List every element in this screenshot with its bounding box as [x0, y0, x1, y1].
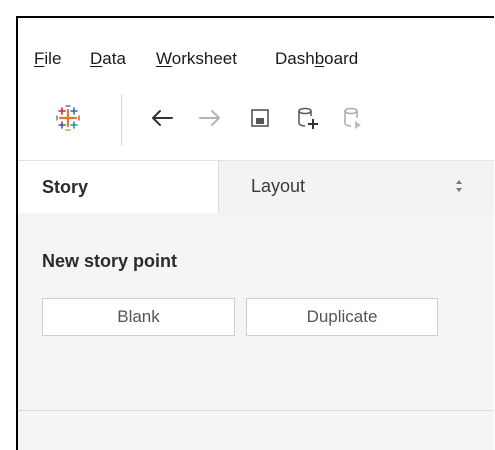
toolbar: [18, 80, 494, 160]
menu-file-label: ile: [44, 49, 62, 68]
menu-dashboard-label-start: Dash: [275, 49, 315, 68]
tab-story-label: Story: [42, 177, 89, 197]
back-arrow-icon[interactable]: [148, 104, 176, 132]
menu-data-mnemonic: D: [90, 49, 103, 68]
menu-file[interactable]: File: [34, 49, 61, 69]
new-story-point-title: New story point: [42, 251, 178, 271]
menu-worksheet-mnemonic: W: [156, 49, 172, 68]
spinner-arrows-icon[interactable]: [454, 178, 464, 194]
tableau-logo-icon[interactable]: [54, 104, 82, 132]
menu-bar: File Data Worksheet Dashboard: [18, 18, 494, 80]
section-divider: [18, 410, 494, 411]
app-window: File Data Worksheet Dashboard Story Layo…: [16, 16, 494, 450]
menu-dashboard-mnemonic: b: [314, 49, 325, 68]
save-icon[interactable]: [246, 104, 274, 132]
tab-layout[interactable]: Layout: [218, 161, 494, 214]
tab-layout-label: Layout: [251, 176, 306, 196]
toolbar-separator: [121, 94, 122, 146]
menu-data[interactable]: Data: [90, 49, 126, 69]
menu-worksheet[interactable]: Worksheet: [156, 49, 237, 69]
menu-dashboard[interactable]: Dashboard: [275, 49, 358, 69]
menu-worksheet-label: orksheet: [171, 49, 237, 68]
side-tabs: Story Layout: [18, 160, 494, 214]
menu-file-mnemonic: F: [34, 49, 45, 68]
new-data-source-icon[interactable]: [294, 104, 322, 132]
menu-dashboard-label-end: oard: [324, 49, 359, 68]
blank-button[interactable]: Blank: [42, 298, 235, 336]
menu-data-label: ata: [102, 49, 126, 68]
tab-story[interactable]: Story: [18, 161, 218, 214]
duplicate-button[interactable]: Duplicate: [246, 298, 438, 336]
story-panel: New story point Blank Duplicate: [18, 213, 494, 450]
forward-arrow-icon[interactable]: [196, 104, 224, 132]
pause-auto-updates-icon[interactable]: [340, 104, 368, 132]
